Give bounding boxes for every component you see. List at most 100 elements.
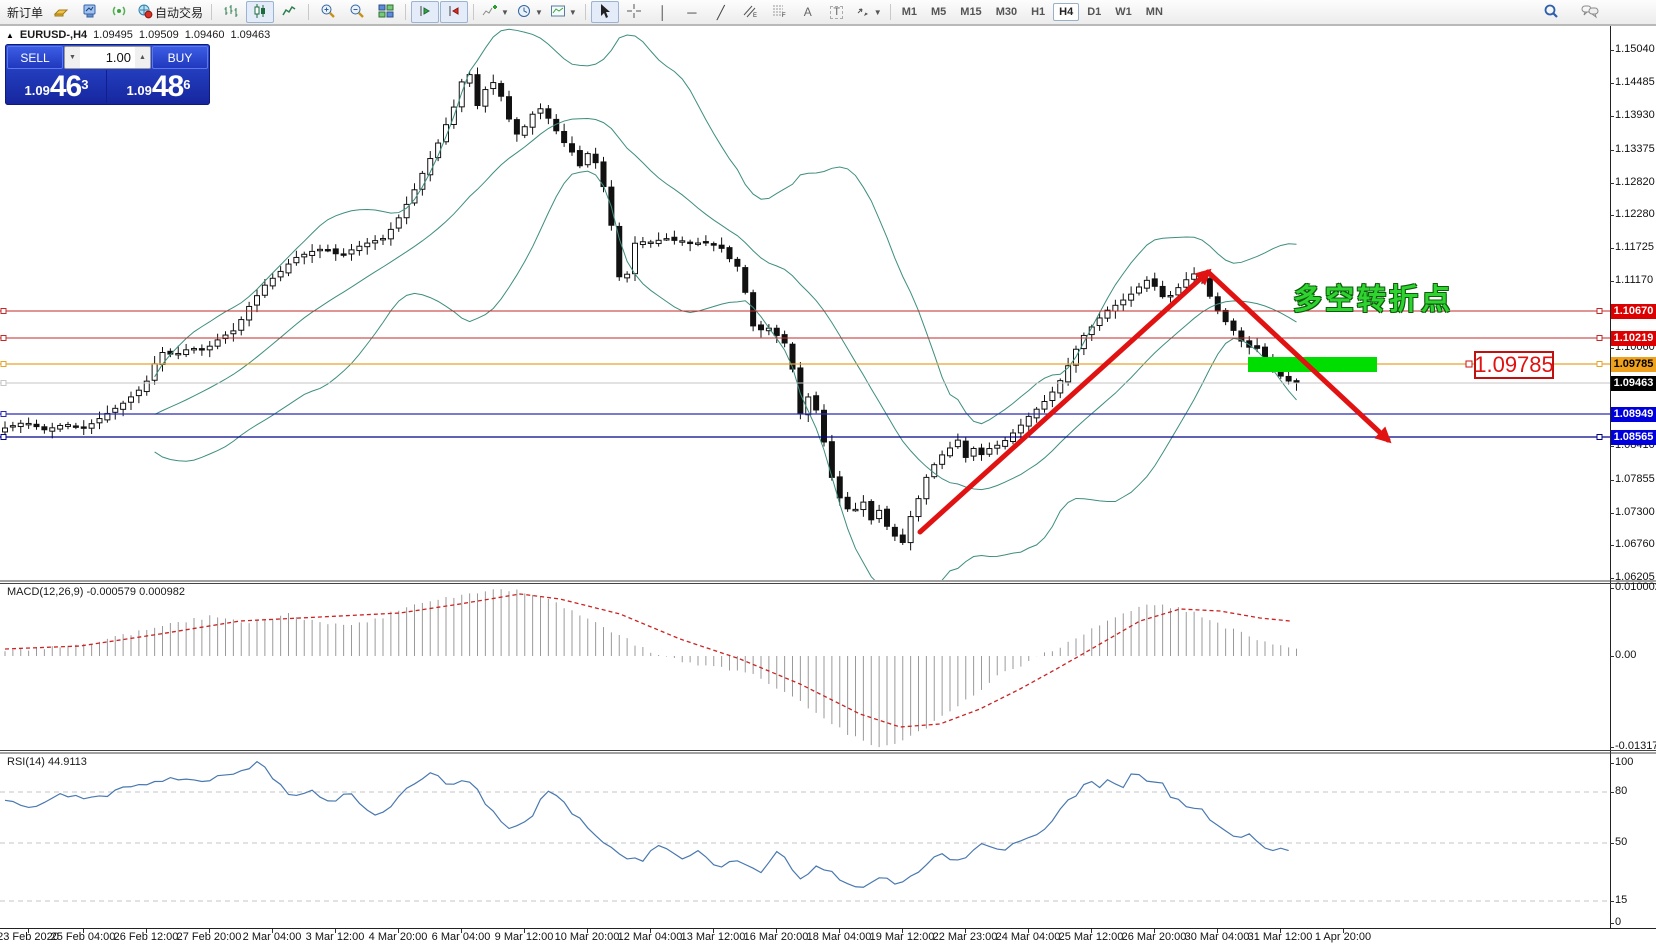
timeframe-button-d1[interactable]: D1 (1081, 3, 1107, 21)
chart-shift-icon (446, 3, 462, 21)
timeframe-button-h4[interactable]: H4 (1053, 3, 1079, 21)
time-axis-label: 19 Mar 12:00 (870, 931, 935, 943)
toolbar: 新订单 自动交易 (0, 0, 1656, 25)
rsi-axis-label: 80 (1615, 785, 1627, 797)
price-axis-label: 1.12820 (1615, 176, 1655, 188)
zoom-out-icon (349, 3, 365, 21)
price-axis-label: 1.07855 (1615, 473, 1655, 485)
rsi-axis-tick (1610, 843, 1614, 844)
zoom-out-button[interactable] (343, 1, 371, 23)
volume-decrement-button[interactable]: ▼ (65, 47, 80, 68)
bar-chart-button[interactable] (217, 1, 245, 23)
text-button[interactable]: A (794, 1, 822, 23)
arrows-button[interactable]: ▼ (852, 1, 885, 23)
zoom-in-button[interactable] (314, 1, 342, 23)
toolbar-separator (211, 4, 212, 20)
time-axis-label: 18 Mar 04:00 (807, 931, 872, 943)
zoom-in-icon (320, 3, 336, 21)
price-axis-label: 1.07300 (1615, 506, 1655, 518)
price-axis-tick (1610, 83, 1614, 84)
autotrading-button[interactable]: 自动交易 (134, 1, 206, 23)
price-axis-tick (1610, 150, 1614, 151)
new-order-button[interactable]: 新订单 (4, 1, 46, 23)
templates-icon (550, 3, 566, 21)
sell-price-pip: 3 (81, 70, 88, 100)
fibonacci-icon: F (771, 3, 787, 21)
indicators-button[interactable]: ▼ (479, 1, 512, 23)
channel-button[interactable]: E (736, 1, 764, 23)
terminal-window: 新订单 自动交易 (0, 0, 1656, 944)
periods-button[interactable]: ▼ (513, 1, 546, 23)
price-axis-label: 1.15040 (1615, 43, 1655, 55)
timeframe-button-m1[interactable]: M1 (896, 3, 923, 21)
timeframe-strip: M1M5M15M30H1H4D1W1MN (896, 3, 1169, 21)
horizontal-line-button[interactable]: ─ (678, 1, 706, 23)
chevron-down-icon: ▼ (501, 8, 509, 17)
auto-scroll-icon (417, 3, 433, 21)
sell-button-label: SELL (20, 51, 49, 65)
price-tag: 1.10670 (1611, 304, 1656, 319)
chat-icon (1581, 3, 1599, 21)
time-axis-label: 12 Mar 04:00 (618, 931, 683, 943)
chart-ohlc-header: ▲ EURUSD-,H4 1.09495 1.09509 1.09460 1.0… (6, 29, 270, 41)
price-annotation-box[interactable]: 1.09785 (1474, 351, 1554, 379)
volume-increment-button[interactable]: ▲ (135, 47, 150, 68)
buy-button[interactable]: BUY (152, 46, 208, 69)
timeframe-button-m15[interactable]: M15 (954, 3, 987, 21)
price-axis-label: 1.11170 (1615, 274, 1653, 286)
macd-label: MACD(12,26,9) -0.000579 0.000982 (7, 586, 185, 598)
chart-shift-button[interactable] (440, 1, 468, 23)
turning-point-annotation[interactable]: 多空转折点 (1293, 276, 1453, 318)
ohlc-open: 1.09495 (93, 29, 133, 41)
horizontal-line-icon: ─ (687, 6, 696, 19)
chart-canvas[interactable] (0, 25, 1656, 944)
cursor-button[interactable] (591, 1, 619, 23)
price-axis-tick (1610, 50, 1614, 51)
tile-windows-button[interactable] (372, 1, 400, 23)
timeframe-button-h1[interactable]: H1 (1025, 3, 1051, 21)
text-label-icon: T (830, 6, 843, 19)
templates-button[interactable]: ▼ (547, 1, 580, 23)
auto-scroll-button[interactable] (411, 1, 439, 23)
signals-button[interactable] (105, 1, 133, 23)
time-axis-label: 3 Mar 12:00 (306, 931, 365, 943)
time-axis-label: 26 Feb 12:00 (114, 931, 179, 943)
price-axis-tick (1610, 480, 1614, 481)
rsi-axis-label: 0 (1615, 916, 1621, 928)
fibonacci-button[interactable]: F (765, 1, 793, 23)
time-axis-label: 2 Mar 04:00 (243, 931, 302, 943)
search-button[interactable] (1537, 1, 1565, 23)
volume-input[interactable]: 1.00 (80, 47, 135, 68)
timeframe-button-m30[interactable]: M30 (990, 3, 1023, 21)
candlestick-chart-button[interactable] (246, 1, 274, 23)
price-axis-tick (1610, 215, 1614, 216)
trendline-icon: ╱ (717, 6, 725, 19)
trendline-button[interactable]: ╱ (707, 1, 735, 23)
vertical-line-icon: │ (659, 6, 667, 19)
price-axis-tick (1610, 446, 1614, 447)
macd-axis-tick (1610, 747, 1614, 748)
new-chart-button[interactable] (47, 1, 75, 23)
time-axis-label: 30 Mar 04:00 (1185, 931, 1250, 943)
buy-button-label: BUY (168, 51, 193, 65)
macd-name: MACD(12,26,9) (7, 586, 83, 598)
crosshair-button[interactable] (620, 1, 648, 23)
text-label-button[interactable]: T (823, 1, 851, 23)
buy-price-display[interactable]: 1.09486 (109, 70, 208, 103)
tile-windows-icon (378, 3, 394, 21)
market-watch-button[interactable] (76, 1, 104, 23)
price-axis-label: 1.11725 (1615, 241, 1654, 253)
time-axis-label: 9 Mar 12:00 (495, 931, 554, 943)
vertical-line-button[interactable]: │ (649, 1, 677, 23)
timeframe-button-m5[interactable]: M5 (925, 3, 952, 21)
price-axis-tick (1610, 545, 1614, 546)
timeframe-button-w1[interactable]: W1 (1109, 3, 1138, 21)
sell-price-display[interactable]: 1.09463 (7, 70, 107, 103)
rsi-axis-tick (1610, 923, 1614, 924)
sell-button[interactable]: SELL (7, 46, 63, 69)
timeframe-button-mn[interactable]: MN (1140, 3, 1169, 21)
price-tag: 1.09463 (1611, 376, 1656, 391)
chat-button[interactable] (1576, 1, 1604, 23)
line-chart-button[interactable] (275, 1, 303, 23)
new-chart-icon (53, 3, 69, 21)
